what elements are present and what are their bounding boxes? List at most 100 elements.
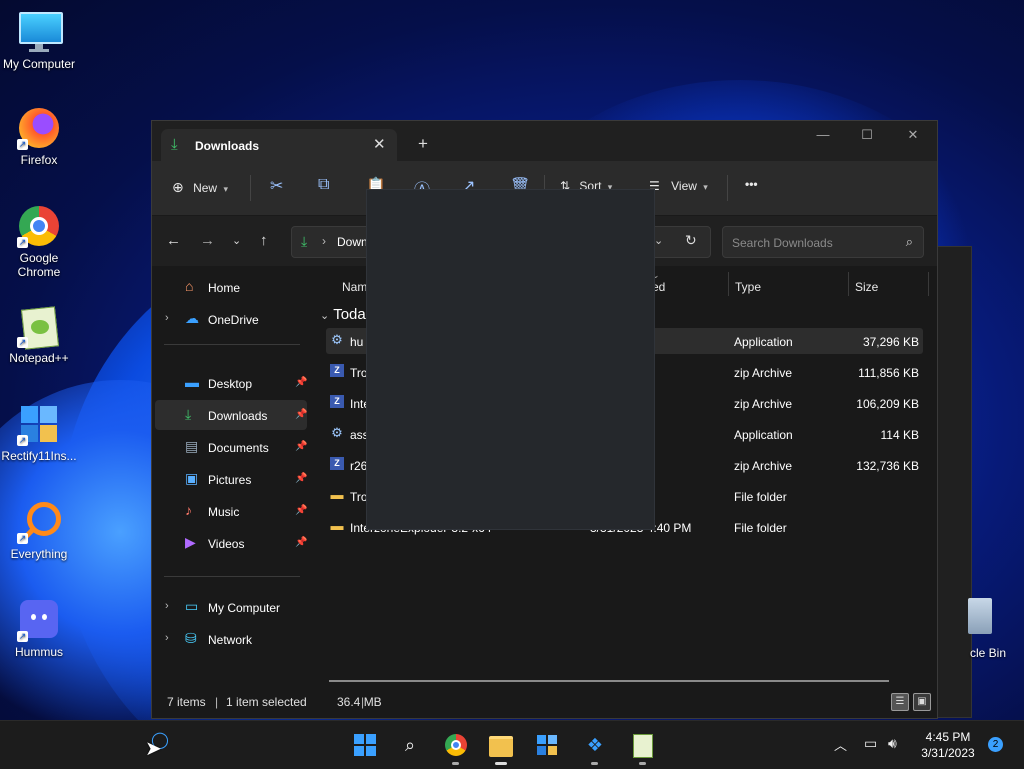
tab-downloads[interactable]: ⤓ Downloads ✕ — [161, 129, 397, 161]
pin-icon: 📌 — [295, 473, 308, 484]
nav-item-music[interactable]: ♪ Music 📌 — [155, 496, 307, 526]
nav-item-my-computer[interactable]: › ▭ My Computer — [155, 592, 307, 622]
file-type: zip Archive — [734, 397, 793, 411]
status-selection: 1 item selected — [226, 695, 307, 709]
desktop-icon-firefox[interactable]: ↗ Firefox — [1, 106, 77, 167]
rectify11-taskbar-icon[interactable] — [533, 731, 561, 759]
file-type: zip Archive — [734, 459, 793, 473]
file-explorer-taskbar-icon[interactable] — [487, 731, 515, 765]
blank-popup-overlay[interactable] — [366, 189, 655, 530]
minimize-button[interactable]: — — [800, 127, 846, 142]
file-type: Application — [734, 335, 793, 349]
notification-badge[interactable]: 2 — [988, 737, 1003, 752]
network-tray-icon[interactable]: ▭ — [864, 735, 877, 752]
column-header-size[interactable]: Size — [855, 280, 878, 294]
recent-locations-chevron-icon[interactable]: ⌄ — [232, 234, 241, 247]
nav-label: Network — [208, 633, 253, 647]
close-window-button[interactable]: ✕ — [890, 127, 936, 143]
pin-icon: 📌 — [295, 409, 308, 420]
clock[interactable]: 4:45 PM 3/31/2023 — [918, 729, 978, 761]
music-icon: ♪ — [185, 502, 192, 518]
pin-icon: 📌 — [295, 441, 308, 452]
app-icon: ⚙ — [331, 425, 343, 440]
search-input[interactable]: Search Downloads — [732, 236, 833, 250]
chevron-right-icon[interactable]: › — [165, 632, 169, 644]
search-icon[interactable]: ⌕ — [396, 731, 424, 759]
nav-item-desktop[interactable]: ▬ Desktop 📌 — [155, 368, 307, 398]
status-divider: | — [361, 695, 365, 709]
nav-item-home[interactable]: ⌂ Home — [155, 272, 307, 302]
search-box[interactable]: Search Downloads ⌕ — [722, 226, 924, 258]
discord-icon: ↗ — [17, 598, 61, 642]
start-button[interactable] — [351, 731, 379, 759]
desktop-icon-notepadpp[interactable]: ↗ Notepad++ — [1, 304, 77, 365]
close-tab-icon[interactable]: ✕ — [373, 135, 386, 153]
desktop-icon-chrome[interactable]: ↗ Google Chrome — [1, 204, 77, 279]
search-icon: ⌕ — [905, 234, 913, 249]
cloud-icon: ☁ — [185, 310, 199, 326]
magnifier-icon: ↗ — [17, 500, 61, 544]
nav-label: OneDrive — [208, 313, 259, 327]
desktop-icon-label: Notepad++ — [9, 351, 69, 365]
column-header-type[interactable]: Type — [735, 280, 761, 294]
chevron-right-icon[interactable]: › — [165, 600, 169, 612]
download-icon: ⤓ — [171, 136, 178, 153]
app-cube-taskbar-icon[interactable]: ❖ — [581, 731, 609, 765]
forward-arrow-icon[interactable]: → — [200, 232, 215, 249]
pin-icon: 📌 — [295, 505, 308, 516]
horizontal-scrollbar[interactable] — [329, 680, 889, 682]
notepadpp-taskbar-icon[interactable] — [629, 731, 657, 765]
cut-icon[interactable]: ✂ — [270, 176, 283, 196]
nav-item-downloads[interactable]: ⤓ Downloads 📌 — [155, 400, 307, 430]
file-type: File folder — [734, 490, 787, 504]
desktop-icon-rectify11[interactable]: ↗ Rectify11Ins... — [1, 402, 77, 463]
desktop-folder-icon: ▬ — [185, 374, 199, 390]
maximize-button[interactable]: ☐ — [844, 127, 890, 143]
show-hidden-icons-chevron-icon[interactable]: ︿ — [834, 735, 847, 754]
column-divider — [728, 272, 729, 296]
address-dropdown-icon[interactable]: ⌄ — [654, 234, 663, 247]
up-arrow-icon[interactable]: ↑ — [260, 232, 268, 249]
file-size: 114 KB — [880, 428, 919, 442]
back-arrow-icon[interactable]: ← — [166, 232, 181, 249]
desktop-icon-everything[interactable]: ↗ Everything — [1, 500, 77, 561]
column-header-name[interactable]: Nam — [342, 280, 367, 294]
desktop-icon-my-computer[interactable]: My Computer — [1, 10, 77, 71]
volume-icon[interactable]: 🔊︎ — [888, 735, 897, 752]
group-header-today[interactable]: ⌄ Toda — [320, 306, 366, 323]
nav-item-onedrive[interactable]: › ☁ OneDrive — [155, 304, 307, 334]
copy-icon[interactable]: ⧉ — [318, 176, 329, 194]
running-indicator — [452, 762, 459, 765]
zip-icon: Z — [330, 395, 344, 408]
mouse-cursor-icon: ➤ — [145, 738, 162, 760]
nav-label: Home — [208, 281, 241, 295]
file-size: 111,856 KB — [858, 366, 919, 380]
navigation-pane: ⌂ Home › ☁ OneDrive ▬ Desktop 📌 ⤓ Downlo… — [152, 266, 310, 686]
download-icon: ⤓ — [185, 406, 192, 422]
chevron-down-icon: ⌄ — [320, 310, 330, 322]
new-label: New — [193, 181, 218, 195]
new-button[interactable]: ⊕ New ▾ — [172, 179, 228, 196]
refresh-icon[interactable]: ↻ — [685, 232, 697, 249]
view-button[interactable]: ☰ View ▾ — [649, 179, 708, 193]
file-size: 132,736 KB — [856, 459, 919, 473]
nav-item-network[interactable]: › ⛁ Network — [155, 624, 307, 654]
status-size: 36.4 MB — [337, 695, 382, 709]
breadcrumb-downloads[interactable]: Down — [337, 235, 368, 249]
chevron-right-icon[interactable]: › — [165, 312, 169, 324]
tiles-view-button[interactable]: ▣ — [913, 693, 931, 711]
new-tab-button[interactable]: + — [418, 135, 428, 152]
desktop-icon-label: Everything — [10, 547, 68, 561]
chrome-taskbar-icon[interactable] — [442, 731, 470, 765]
details-view-button[interactable]: ☰ — [891, 693, 909, 711]
column-divider — [848, 272, 849, 296]
nav-label: Videos — [208, 537, 245, 551]
running-indicator — [639, 762, 646, 765]
nav-item-videos[interactable]: ▶ Videos 📌 — [155, 528, 307, 558]
app-icon: ⚙ — [331, 332, 343, 347]
chevron-down-icon: ▾ — [223, 184, 228, 194]
desktop-icon-hummus[interactable]: ↗ Hummus — [1, 598, 77, 659]
nav-item-documents[interactable]: ▤ Documents 📌 — [155, 432, 307, 462]
more-options-button[interactable]: ••• — [745, 177, 758, 191]
nav-item-pictures[interactable]: ▣ Pictures 📌 — [155, 464, 307, 494]
